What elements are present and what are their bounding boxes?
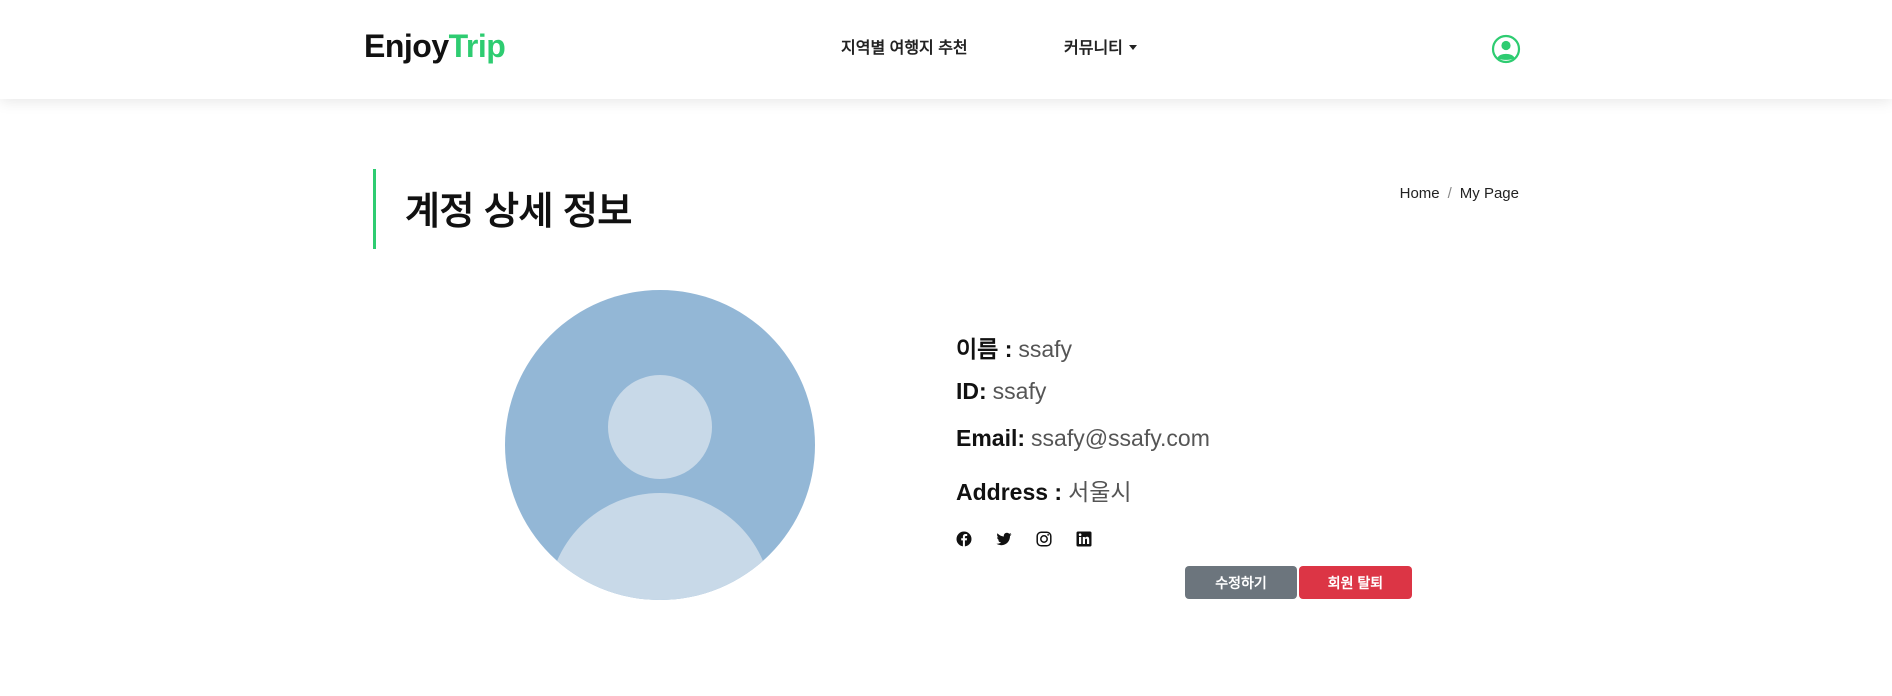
profile-name-row: 이름 : ssafy xyxy=(956,330,1072,364)
id-value: ssafy xyxy=(992,378,1047,404)
breadcrumb: Home / My Page xyxy=(1400,185,1519,202)
facebook-icon[interactable] xyxy=(956,531,972,547)
name-value: ssafy xyxy=(1018,336,1073,362)
nav-item-region-recommend[interactable]: 지역별 여행지 추천 xyxy=(841,34,968,58)
user-circle-icon[interactable] xyxy=(1491,34,1521,64)
name-label: 이름 : xyxy=(956,336,1013,362)
profile-id-row: ID: ssafy xyxy=(956,378,1046,405)
breadcrumb-current: My Page xyxy=(1459,185,1519,202)
page-title: 계정 상세 정보 xyxy=(405,191,632,233)
breadcrumb-separator: / xyxy=(1447,185,1452,202)
logo-text-enjoy: Enjoy xyxy=(364,28,449,64)
site-logo[interactable]: EnjoyTrip xyxy=(364,28,506,65)
address-value: 서울시 xyxy=(1068,479,1132,505)
email-value: ssafy@ssafy.com xyxy=(1031,425,1210,451)
linkedin-icon[interactable] xyxy=(1076,531,1092,547)
logo-text-trip: Trip xyxy=(448,28,506,64)
default-avatar-icon xyxy=(505,290,815,600)
top-navbar: EnjoyTrip 지역별 여행지 추천 커뮤니티 xyxy=(0,0,1892,99)
nav-item-community-dropdown[interactable]: 커뮤니티 xyxy=(1064,34,1137,58)
edit-profile-button[interactable]: 수정하기 xyxy=(1185,566,1297,599)
instagram-icon[interactable] xyxy=(1036,531,1052,547)
title-accent-bar xyxy=(373,169,376,249)
chevron-down-icon xyxy=(1128,44,1137,50)
social-links xyxy=(956,531,1092,547)
twitter-icon[interactable] xyxy=(996,531,1012,547)
nav-item-community-label: 커뮤니티 xyxy=(1064,40,1123,57)
address-label: Address : xyxy=(956,479,1063,505)
breadcrumb-home-link[interactable]: Home xyxy=(1400,185,1440,202)
email-label: Email: xyxy=(956,425,1026,451)
id-label: ID: xyxy=(956,378,987,404)
profile-email-row: Email: ssafy@ssafy.com xyxy=(956,425,1210,452)
profile-address-row: Address : 서울시 xyxy=(956,473,1132,507)
delete-account-button[interactable]: 회원 탈퇴 xyxy=(1299,566,1412,599)
